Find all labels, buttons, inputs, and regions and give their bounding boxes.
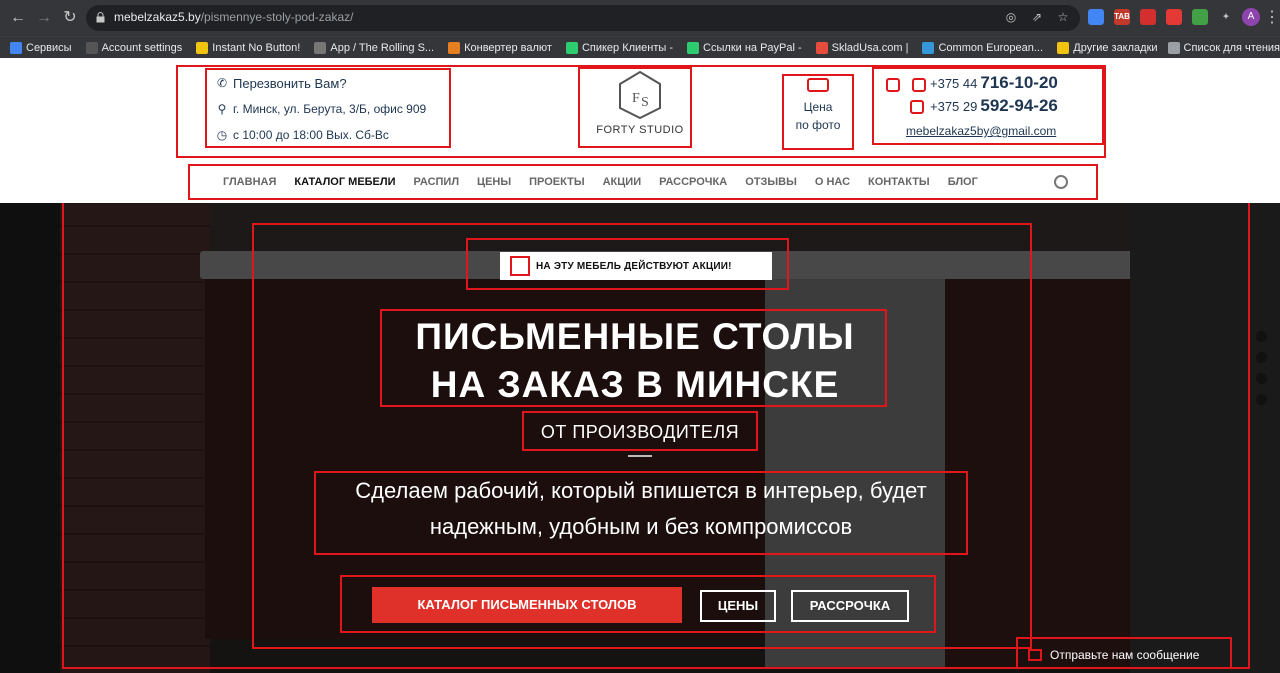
bookmark-label: Конвертер валют: [464, 41, 552, 54]
address-bar[interactable]: mebelzakaz5.by/pismennye-stoly-pod-zakaz…: [86, 5, 1080, 31]
tab-icon[interactable]: TAB: [1114, 9, 1130, 25]
contacts-left-box: [205, 68, 451, 148]
contacts-right-box: [872, 67, 1104, 145]
reload-icon[interactable]: ↻: [60, 8, 80, 28]
bookmark-favicon-icon: [922, 41, 935, 54]
bookmark-label: Другие закладки: [1073, 42, 1158, 54]
promo-box: [466, 238, 789, 290]
bookmark-label: Сервисы: [26, 41, 72, 54]
bookmark-favicon-icon: [314, 41, 327, 54]
browser-toolbar: ← → ↻ mebelzakaz5.by/pismennye-stoly-pod…: [0, 0, 1280, 36]
bookmark-favicon-icon: [196, 41, 209, 54]
red-ext-icon[interactable]: [1140, 9, 1156, 25]
bookmark-favicon-icon: [85, 41, 98, 54]
slider-dot[interactable]: [1256, 394, 1267, 405]
extensions-bar: TAB ✦: [1088, 9, 1234, 25]
bookmark-favicon-icon: [448, 41, 461, 54]
back-arrow-icon[interactable]: ←: [8, 8, 28, 28]
menu-box: [188, 164, 1098, 200]
slider-dot[interactable]: [1256, 373, 1267, 384]
more-menu-icon[interactable]: ⋮: [1262, 8, 1280, 28]
bookmark-item[interactable]: Account settings: [85, 41, 183, 54]
site-header: ✆ Перезвонить Вам? ⚲ г. Минск, ул. Берута,…: [0, 58, 1280, 203]
bookmark-item[interactable]: App / The Rolling S...: [314, 41, 435, 54]
bookmark-item[interactable]: Спикер Клиенты -: [565, 41, 674, 54]
bookmark-label: Common European...: [938, 41, 1044, 54]
bookmark-favicon-icon: [565, 41, 578, 54]
url-text: mebelzakaz5.by/pismennye-stoly-pod-zakaz…: [114, 10, 353, 24]
bookmark-item[interactable]: Ссылки на PayPal -: [687, 41, 802, 54]
hero-divider: [628, 455, 652, 457]
extensions-puzzle-icon[interactable]: ✦: [1218, 9, 1234, 25]
bookmark-star-icon[interactable]: ☆: [1056, 10, 1070, 24]
bookmark-label: Спикер Клиенты -: [581, 41, 674, 54]
bookmark-label: Account settings: [101, 41, 183, 54]
message-widget-box: [1016, 637, 1232, 669]
check-icon[interactable]: [1192, 9, 1208, 25]
title-box: [380, 309, 887, 407]
translate-icon[interactable]: [1088, 9, 1104, 25]
bookmark-label: Instant No Button!: [212, 41, 301, 54]
hero-section: На эту мебель действуют акции! Письменны…: [0, 203, 1280, 673]
slider-dot[interactable]: [1256, 352, 1267, 363]
buttons-box: [340, 575, 936, 633]
search-icon[interactable]: [1054, 175, 1068, 189]
bookmark-item[interactable]: Common European...: [922, 41, 1044, 54]
price-photo-box: [782, 74, 854, 150]
bookmarks-bar: Сервисы Account settings Instant No Button…: [0, 36, 1280, 58]
bookmark-item[interactable]: SkladUsa.com |: [815, 41, 909, 54]
bookmark-label: App / The Rolling S...: [330, 41, 435, 54]
bookmark-favicon-icon: [10, 41, 22, 54]
bookmark-item[interactable]: Конвертер валют: [448, 41, 552, 54]
target-icon[interactable]: [1166, 9, 1182, 25]
bookmark-label: SkladUsa.com |: [831, 41, 909, 54]
url-domain: mebelzakaz5.by: [114, 10, 201, 24]
subtitle-box: [522, 411, 758, 451]
bookmark-favicon-icon: [1167, 42, 1180, 54]
bookmark-label: Ссылки на PayPal -: [703, 41, 802, 54]
bookmark-item[interactable]: Список для чтения: [1167, 42, 1280, 54]
url-path: /pismennye-stoly-pod-zakaz/: [200, 10, 354, 24]
bookmark-item[interactable]: Сервисы: [10, 41, 72, 54]
slider-dots: [1256, 331, 1267, 405]
lock-icon: [96, 12, 105, 23]
bookmark-favicon-icon: [815, 41, 828, 54]
slider-dot[interactable]: [1256, 331, 1267, 342]
forward-arrow-icon[interactable]: →: [34, 8, 54, 28]
description-box: [314, 471, 968, 555]
bookmark-item[interactable]: Instant No Button!: [196, 41, 301, 54]
profile-avatar[interactable]: A: [1242, 8, 1260, 26]
bookmark-label: Список для чтения: [1183, 42, 1280, 54]
bookmark-item[interactable]: Другие закладки: [1057, 42, 1158, 54]
eye-slash-icon[interactable]: ◎: [1004, 10, 1018, 24]
bookmark-favicon-icon: [1057, 42, 1070, 54]
logo-box: [578, 67, 692, 148]
share-icon[interactable]: ⇗: [1030, 10, 1044, 24]
bookmark-favicon-icon: [687, 41, 700, 54]
